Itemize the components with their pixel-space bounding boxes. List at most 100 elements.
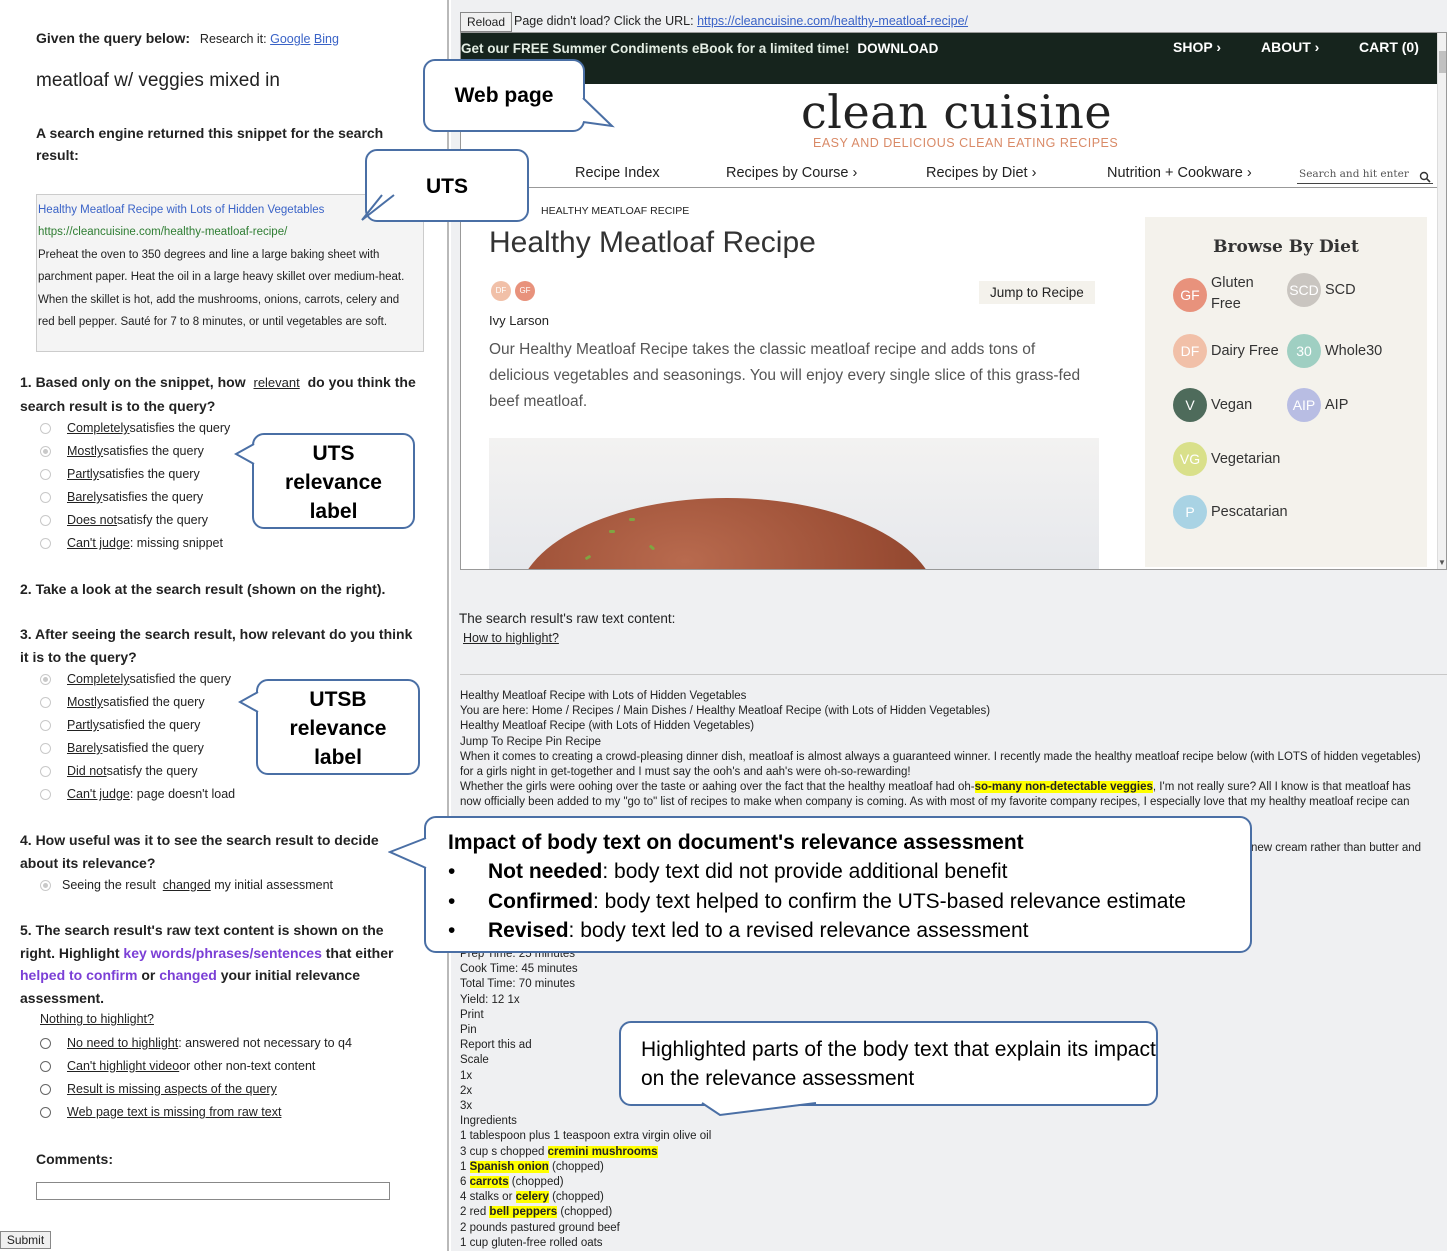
q3-option[interactable]: Partly satisfied the query	[40, 715, 200, 735]
q1-option[interactable]: Partly satisfies the query	[40, 464, 200, 484]
diet-gluten-free[interactable]: Gluten Free	[1211, 273, 1281, 315]
option-rest: or other non-text content	[179, 1059, 316, 1073]
radio-button[interactable]	[40, 491, 51, 503]
jump-to-recipe-button[interactable]: Jump to Recipe	[979, 281, 1095, 304]
option-rest: satisfies the query	[102, 490, 204, 504]
q4-option[interactable]: Seeing the result changed my initial ass…	[40, 875, 333, 895]
raw-text-top[interactable]: Healthy Meatloaf Recipe with Lots of Hid…	[460, 689, 1421, 811]
radio-button[interactable]	[40, 537, 51, 549]
q1-option[interactable]: Mostly satisfies the query	[40, 441, 204, 461]
q3-option[interactable]: Can't judge: page doesn't load	[40, 784, 235, 804]
radio-button[interactable]	[40, 673, 51, 685]
pescatarian-icon[interactable]: P	[1173, 495, 1207, 529]
radio-button[interactable]	[40, 788, 51, 800]
recipe-intro: Our Healthy Meatloaf Recipe takes the cl…	[489, 341, 1081, 410]
diet-pescatarian[interactable]: Pescatarian	[1211, 502, 1288, 523]
q5-option[interactable]: Can't highlight video or other non-text …	[40, 1056, 315, 1076]
diet-whole30[interactable]: Whole30	[1325, 341, 1382, 362]
nav-nutrition-cookware[interactable]: Nutrition + Cookware ›	[1107, 165, 1252, 181]
site-logo[interactable]: clean cuisine	[801, 85, 1112, 139]
question-3: 3. After seeing the search result, how r…	[20, 623, 420, 668]
radio-button[interactable]	[40, 445, 51, 457]
browse-by-diet-widget: Browse By Diet GF Gluten Free SCD SCD DF…	[1145, 217, 1427, 567]
radio-button[interactable]	[40, 1060, 51, 1072]
relevant-link[interactable]: relevant	[253, 375, 299, 390]
radio-button[interactable]	[40, 765, 51, 777]
radio-button[interactable]	[40, 468, 51, 480]
google-link[interactable]: Google	[270, 32, 310, 46]
raw-line: for a girls night in get-together and I …	[460, 766, 911, 779]
radio-button[interactable]	[40, 879, 51, 891]
q3-option[interactable]: Did not satisfy the query	[40, 761, 198, 781]
callout-text: UTSB relevance label	[258, 681, 418, 772]
option-rest: satisfies the query	[98, 467, 200, 481]
download-link[interactable]: DOWNLOAD	[857, 41, 938, 56]
radio-button[interactable]	[40, 1106, 51, 1118]
comments-input[interactable]	[36, 1182, 390, 1200]
q1-option[interactable]: Barely satisfies the query	[40, 487, 203, 507]
radio-button[interactable]	[40, 1037, 51, 1049]
nothing-to-highlight-link[interactable]: Nothing to highlight?	[40, 1012, 154, 1026]
herb-garnish	[609, 530, 615, 533]
raw-line: Whether the girls were oohing over the t…	[460, 780, 1421, 795]
q3-option[interactable]: Mostly satisfied the query	[40, 692, 205, 712]
whole30-icon[interactable]: 30	[1287, 334, 1321, 368]
callout-text: UTS relevance label	[254, 435, 413, 526]
submit-button[interactable]: Submit	[0, 1231, 51, 1249]
vegan-icon[interactable]: V	[1173, 388, 1207, 422]
promo-bar: Get our FREE Summer Condiments eBook for…	[461, 33, 1437, 84]
radio-button[interactable]	[40, 1083, 51, 1095]
author-name[interactable]: Ivy Larson	[489, 313, 549, 328]
about-link[interactable]: ABOUT ›	[1261, 39, 1319, 55]
radio-button[interactable]	[40, 719, 51, 731]
df-badge: DF	[491, 281, 511, 301]
scrollbar-thumb[interactable]	[1439, 51, 1446, 73]
q5-option[interactable]: No need to highlight: answered not neces…	[40, 1033, 352, 1053]
q3-option[interactable]: Completely satisfied the query	[40, 669, 231, 689]
dairy-free-icon[interactable]: DF	[1173, 334, 1207, 368]
nav-recipes-by-diet[interactable]: Recipes by Diet ›	[926, 165, 1036, 181]
nav-recipe-index[interactable]: Recipe Index	[575, 165, 660, 181]
impact-desc: : body text helped to confirm the UTS-ba…	[593, 889, 1186, 913]
utsb-label-callout: UTSB relevance label	[256, 679, 420, 775]
aip-icon[interactable]: AIP	[1287, 388, 1321, 422]
site-search-input[interactable]: Search and hit enter	[1297, 164, 1433, 184]
diet-vegan[interactable]: Vegan	[1211, 395, 1252, 416]
radio-button[interactable]	[40, 422, 51, 434]
q3-option[interactable]: Barely satisfied the query	[40, 738, 204, 758]
gluten-free-icon[interactable]: GF	[1173, 278, 1207, 312]
scd-icon[interactable]: SCD	[1287, 273, 1321, 307]
q1-option[interactable]: Can't judge: missing snippet	[40, 533, 223, 553]
shop-link[interactable]: SHOP ›	[1173, 39, 1221, 55]
nav-recipes-by-course[interactable]: Recipes by Course ›	[726, 165, 857, 181]
diet-aip[interactable]: AIP	[1325, 395, 1348, 416]
bing-link[interactable]: Bing	[314, 32, 339, 46]
diet-dairy-free[interactable]: Dairy Free	[1211, 341, 1279, 362]
impact-item: • Revised: body text led to a revised rel…	[448, 916, 1250, 946]
diet-vegetarian[interactable]: Vegetarian	[1211, 449, 1280, 470]
ingredient-line: 2 pounds pastured ground beef	[460, 1221, 711, 1236]
radio-button[interactable]	[40, 514, 51, 526]
diet-scd[interactable]: SCD	[1325, 280, 1356, 301]
radio-button[interactable]	[40, 742, 51, 754]
impact-item: • Not needed: body text did not provide a…	[448, 857, 1250, 887]
radio-button[interactable]	[40, 696, 51, 708]
vegetarian-icon[interactable]: VG	[1173, 442, 1207, 476]
q5-option[interactable]: Web page text is missing from raw text	[40, 1102, 281, 1122]
impact-title: Impact of body text on document's releva…	[448, 831, 1024, 854]
question-1: 1. Based only on the snippet, how releva…	[20, 371, 420, 417]
q1-option[interactable]: Completely satisfies the query	[40, 418, 230, 438]
q1-option[interactable]: Does not satisfy the query	[40, 510, 208, 530]
how-to-highlight-link[interactable]: How to highlight?	[463, 631, 559, 645]
result-url-link[interactable]: https://cleancuisine.com/healthy-meatloa…	[697, 14, 968, 28]
option-rest: satisfied the query	[129, 672, 231, 686]
reload-button[interactable]: Reload	[460, 12, 513, 32]
scroll-down-arrow-icon[interactable]: ▼	[1438, 558, 1446, 567]
q5-option[interactable]: Result is missing aspects of the query	[40, 1079, 277, 1099]
q4-line1: 4. How useful was it to see the search r…	[20, 832, 379, 848]
frame-scrollbar[interactable]	[1437, 33, 1446, 569]
search-icon[interactable]	[1419, 171, 1431, 183]
cart-link[interactable]: CART (0)	[1359, 39, 1419, 55]
changed-link[interactable]: changed	[163, 878, 211, 892]
raw-line: When it comes to creating a crowd-pleasi…	[460, 750, 1421, 763]
